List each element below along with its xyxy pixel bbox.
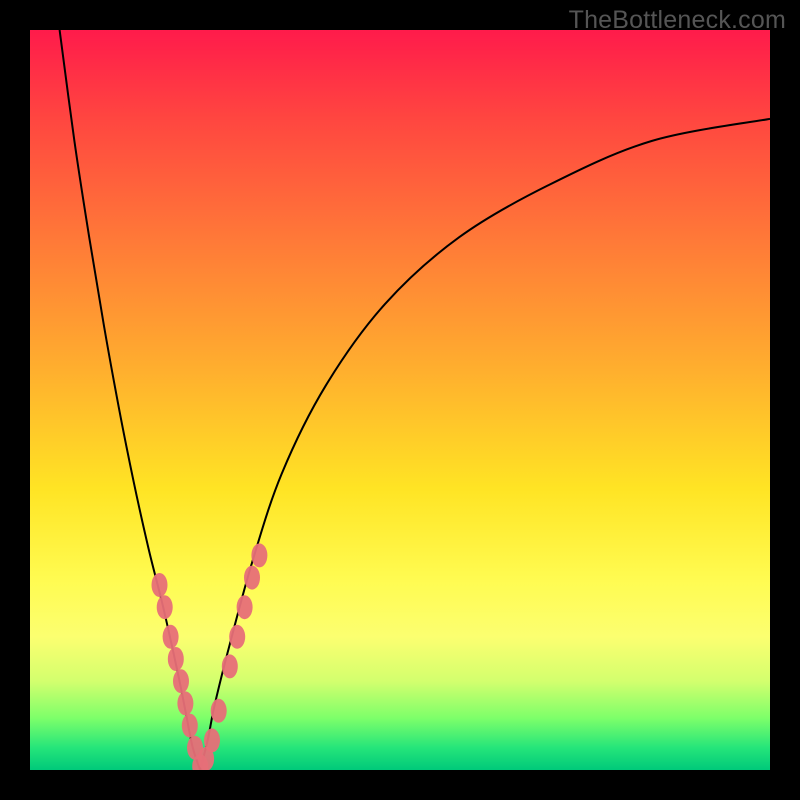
marker-point bbox=[152, 573, 168, 597]
marker-point bbox=[204, 728, 220, 752]
marker-point bbox=[157, 595, 173, 619]
marker-point bbox=[168, 647, 184, 671]
curve-layer bbox=[30, 30, 770, 770]
marker-point bbox=[173, 669, 189, 693]
marker-point bbox=[237, 595, 253, 619]
marker-point bbox=[244, 566, 260, 590]
marker-point bbox=[251, 543, 267, 567]
marker-point bbox=[211, 699, 227, 723]
attribution-text: TheBottleneck.com bbox=[569, 6, 786, 35]
marker-point bbox=[163, 625, 179, 649]
chart-frame: TheBottleneck.com bbox=[0, 0, 800, 800]
right-branch-curve bbox=[200, 119, 770, 770]
marker-point bbox=[182, 714, 198, 738]
marker-point bbox=[229, 625, 245, 649]
plot-area bbox=[30, 30, 770, 770]
marker-point bbox=[177, 691, 193, 715]
marker-cluster bbox=[152, 543, 268, 770]
marker-point bbox=[222, 654, 238, 678]
